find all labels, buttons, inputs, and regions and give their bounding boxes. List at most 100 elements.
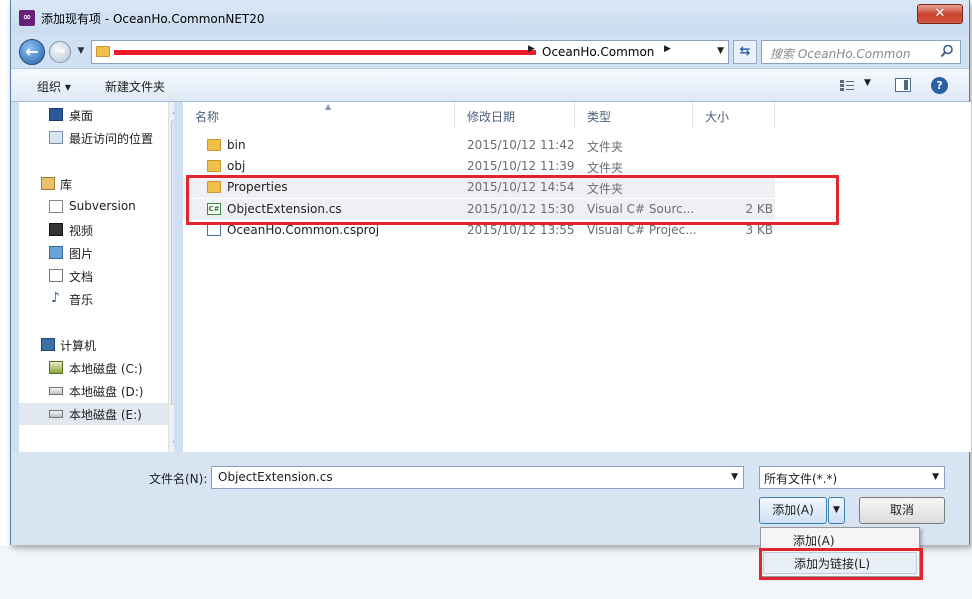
folder-icon <box>96 46 110 57</box>
file-list: 名称 ▲ 修改日期 类型 大小 bin 2015/10/12 11:42 文件夹… <box>183 102 971 452</box>
nav-item-label: 本地磁盘 (E:) <box>69 408 142 422</box>
file-date: 2015/10/12 11:39 <box>467 159 575 173</box>
nav-item-documents[interactable]: 文档 <box>19 265 169 287</box>
nav-item-label: 图片 <box>69 247 94 261</box>
add-button[interactable]: 添加(A) <box>759 497 827 524</box>
file-date: 2015/10/12 13:55 <box>467 223 575 237</box>
nav-item-pictures[interactable]: 图片 <box>19 242 169 264</box>
search-placeholder: 搜索 OceanHo.Common <box>770 47 911 61</box>
filename-input[interactable]: ObjectExtension.cs ▼ <box>211 466 744 489</box>
scroll-up-icon[interactable]: ▲ <box>173 106 174 115</box>
breadcrumb-current[interactable]: OceanHo.Common <box>542 45 654 59</box>
drive-c-icon <box>49 361 63 374</box>
folder-icon <box>207 139 221 151</box>
redaction-mark <box>114 50 536 55</box>
close-button[interactable]: ✕ <box>917 4 963 24</box>
nav-item-music[interactable]: ♪ 音乐 <box>19 288 169 310</box>
visual-studio-icon: ∞ <box>19 10 35 26</box>
nav-scrollbar[interactable]: ▲ ▼ <box>168 102 174 452</box>
computer-icon <box>41 338 55 351</box>
file-row-bin[interactable]: bin 2015/10/12 11:42 文件夹 <box>183 135 775 156</box>
breadcrumb-separator-icon[interactable]: ▶ <box>664 44 671 54</box>
column-header-label: 名称 <box>195 110 220 124</box>
address-dropdown-icon[interactable]: ▼ <box>717 46 724 56</box>
filename-value: ObjectExtension.cs <box>218 470 333 484</box>
nav-item-recent-places[interactable]: 最近访问的位置 <box>19 127 169 149</box>
desktop-icon <box>49 108 63 121</box>
navigation-pane: 桌面 最近访问的位置 库 Subversion 视频 图片 文档 ♪ 音乐 计算… <box>19 102 174 452</box>
library-icon <box>41 177 55 190</box>
nav-item-drive-e[interactable]: 本地磁盘 (E:) <box>19 403 169 425</box>
scroll-down-icon[interactable]: ▼ <box>173 439 174 448</box>
file-row-obj[interactable]: obj 2015/10/12 11:39 文件夹 <box>183 156 775 177</box>
nav-item-label: 桌面 <box>69 109 94 123</box>
nav-item-desktop[interactable]: 桌面 <box>19 104 169 126</box>
back-arrow-icon[interactable]: ← <box>19 39 45 65</box>
search-input[interactable]: 搜索 OceanHo.Common <box>761 40 961 64</box>
file-name: obj <box>227 159 246 173</box>
breadcrumb-separator-icon[interactable]: ▶ <box>528 44 535 54</box>
drive-d-icon <box>49 387 63 395</box>
column-header-label: 修改日期 <box>467 110 516 124</box>
add-existing-item-dialog: ∞ 添加现有项 - OceanHo.CommonNET20 ✕ ← → ▼ ▶ … <box>10 0 971 545</box>
address-bar-row: ← → ▼ ▶ OceanHo.Common ▶ ▼ ⇆ 搜索 OceanHo.… <box>11 34 969 68</box>
scroll-thumb[interactable] <box>171 120 174 405</box>
refresh-icon[interactable]: ⇆ <box>733 40 757 64</box>
organize-button[interactable]: 组织 ▾ <box>37 78 71 95</box>
preview-pane-icon[interactable] <box>895 78 911 92</box>
folder-icon <box>207 160 221 172</box>
nav-item-subversion[interactable]: Subversion <box>19 196 169 218</box>
file-name: OceanHo.Common.csproj <box>227 223 380 237</box>
title-bar: ∞ 添加现有项 - OceanHo.CommonNET20 ✕ <box>11 0 969 34</box>
forward-arrow-icon[interactable]: → <box>49 41 71 63</box>
sort-ascending-icon: ▲ <box>325 102 332 111</box>
nav-item-libraries[interactable]: 库 <box>19 173 169 195</box>
nav-item-label: 计算机 <box>60 339 97 353</box>
view-dropdown-icon[interactable]: ▼ <box>864 78 871 88</box>
nav-item-drive-c[interactable]: 本地磁盘 (C:) <box>19 357 169 379</box>
file-date: 2015/10/12 11:42 <box>467 138 575 152</box>
column-header-date[interactable]: 修改日期 <box>455 102 575 128</box>
subversion-icon <box>49 200 63 213</box>
new-folder-button[interactable]: 新建文件夹 <box>105 78 165 95</box>
nav-item-videos[interactable]: 视频 <box>19 219 169 241</box>
nav-item-label: 视频 <box>69 224 94 238</box>
nav-item-label: 最近访问的位置 <box>69 132 154 146</box>
column-header-type[interactable]: 类型 <box>575 102 693 128</box>
add-options-dropdown-icon[interactable]: ▼ <box>828 497 845 524</box>
column-header-label: 大小 <box>705 110 730 124</box>
nav-item-label: 本地磁盘 (C:) <box>69 362 143 376</box>
filename-label: 文件名(N): <box>149 472 208 486</box>
file-size: 3 KB <box>745 223 773 237</box>
command-bar: 组织 ▾ 新建文件夹 ▼ ? <box>11 68 969 102</box>
nav-item-label: 库 <box>60 178 73 192</box>
chevron-down-icon[interactable]: ▼ <box>932 472 939 482</box>
column-header-name[interactable]: 名称 ▲ <box>183 102 455 128</box>
column-header-label: 类型 <box>587 110 612 124</box>
search-icon[interactable] <box>940 44 954 58</box>
window-title: 添加现有项 - OceanHo.CommonNET20 <box>41 12 265 26</box>
cancel-button[interactable]: 取消 <box>859 497 945 524</box>
nav-item-computer[interactable]: 计算机 <box>19 334 169 356</box>
column-header-size[interactable]: 大小 <box>693 102 775 128</box>
nav-item-label: 音乐 <box>69 293 94 307</box>
music-library-icon: ♪ <box>51 290 60 306</box>
annotation-highlight-box <box>186 175 839 225</box>
file-type-filter[interactable]: 所有文件(*.*) ▼ <box>759 466 945 489</box>
file-type: 文件夹 <box>587 140 624 154</box>
documents-library-icon <box>49 269 63 282</box>
nav-item-label: Subversion <box>69 199 136 213</box>
recent-pages-dropdown-icon[interactable]: ▼ <box>75 45 87 57</box>
help-icon[interactable]: ? <box>931 77 948 94</box>
drive-e-icon <box>49 410 63 418</box>
change-view-icon[interactable] <box>839 78 855 92</box>
csproj-file-icon <box>207 224 221 236</box>
file-type-filter-value: 所有文件(*.*) <box>764 472 838 486</box>
nav-item-label: 本地磁盘 (D:) <box>69 385 144 399</box>
nav-item-drive-d[interactable]: 本地磁盘 (D:) <box>19 380 169 402</box>
address-bar[interactable]: ▶ OceanHo.Common ▶ ▼ <box>91 40 729 64</box>
annotation-highlight-box <box>759 548 923 580</box>
chevron-down-icon[interactable]: ▼ <box>731 472 738 482</box>
recent-places-icon <box>49 131 63 144</box>
file-type: Visual C# Projec... <box>587 223 697 237</box>
